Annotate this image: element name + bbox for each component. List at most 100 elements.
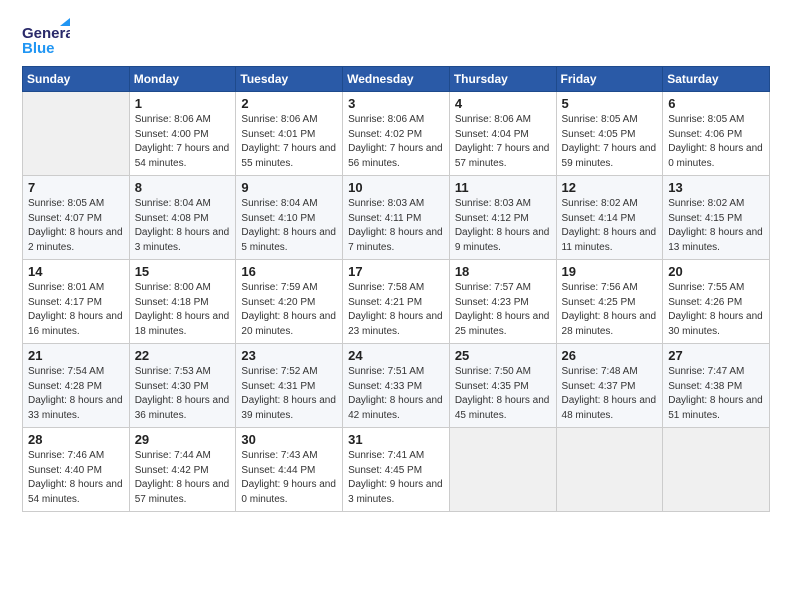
calendar-cell: 8 Sunrise: 8:04 AMSunset: 4:08 PMDaylight… xyxy=(129,176,236,260)
calendar-cell: 5 Sunrise: 8:05 AMSunset: 4:05 PMDaylight… xyxy=(556,92,663,176)
day-number: 26 xyxy=(562,348,658,363)
day-info: Sunrise: 7:59 AMSunset: 4:20 PMDaylight:… xyxy=(241,281,337,339)
calendar-cell xyxy=(556,428,663,512)
calendar-cell: 15 Sunrise: 8:00 AMSunset: 4:18 PMDayligh… xyxy=(129,260,236,344)
day-number: 22 xyxy=(135,348,231,363)
calendar-cell: 20 Sunrise: 7:55 AMSunset: 4:26 PMDayligh… xyxy=(663,260,770,344)
day-number: 30 xyxy=(241,432,337,447)
day-info: Sunrise: 8:05 AMSunset: 4:05 PMDaylight:… xyxy=(562,113,658,171)
day-number: 21 xyxy=(28,348,124,363)
day-number: 16 xyxy=(241,264,337,279)
day-info: Sunrise: 8:01 AMSunset: 4:17 PMDaylight:… xyxy=(28,281,124,339)
calendar-cell: 1 Sunrise: 8:06 AMSunset: 4:00 PMDaylight… xyxy=(129,92,236,176)
day-info: Sunrise: 7:55 AMSunset: 4:26 PMDaylight:… xyxy=(668,281,764,339)
day-number: 17 xyxy=(348,264,444,279)
calendar-cell: 6Sunrise: 8:05 AMSunset: 4:06 PMDaylight… xyxy=(663,92,770,176)
day-number: 13 xyxy=(668,180,764,195)
day-info: Sunrise: 7:53 AMSunset: 4:30 PMDaylight:… xyxy=(135,365,231,423)
calendar-cell: 7 Sunrise: 8:05 AMSunset: 4:07 PMDaylight… xyxy=(23,176,130,260)
day-number: 4 xyxy=(455,96,551,111)
calendar-cell: 11 Sunrise: 8:03 AMSunset: 4:12 PMDayligh… xyxy=(449,176,556,260)
day-info: Sunrise: 8:02 AMSunset: 4:15 PMDaylight:… xyxy=(668,197,764,255)
day-info: Sunrise: 8:06 AMSunset: 4:01 PMDaylight:… xyxy=(241,113,337,171)
day-number: 1 xyxy=(135,96,231,111)
day-number: 31 xyxy=(348,432,444,447)
day-info: Sunrise: 7:44 AMSunset: 4:42 PMDaylight:… xyxy=(135,449,231,507)
day-info: Sunrise: 7:51 AMSunset: 4:33 PMDaylight:… xyxy=(348,365,444,423)
day-number: 14 xyxy=(28,264,124,279)
day-info: Sunrise: 7:48 AMSunset: 4:37 PMDaylight:… xyxy=(562,365,658,423)
day-number: 3 xyxy=(348,96,444,111)
calendar-cell: 12Sunrise: 8:02 AMSunset: 4:14 PMDayligh… xyxy=(556,176,663,260)
weekday-header: Tuesday xyxy=(236,67,343,92)
day-number: 11 xyxy=(455,180,551,195)
calendar-cell xyxy=(663,428,770,512)
day-info: Sunrise: 8:00 AMSunset: 4:18 PMDaylight:… xyxy=(135,281,231,339)
day-info: Sunrise: 7:46 AMSunset: 4:40 PMDaylight:… xyxy=(28,449,124,507)
logo: General Blue xyxy=(22,18,70,60)
calendar-cell: 18Sunrise: 7:57 AMSunset: 4:23 PMDayligh… xyxy=(449,260,556,344)
day-number: 25 xyxy=(455,348,551,363)
day-info: Sunrise: 7:47 AMSunset: 4:38 PMDaylight:… xyxy=(668,365,764,423)
calendar-week-row: 1 Sunrise: 8:06 AMSunset: 4:00 PMDaylight… xyxy=(23,92,770,176)
calendar-cell: 14 Sunrise: 8:01 AMSunset: 4:17 PMDayligh… xyxy=(23,260,130,344)
day-info: Sunrise: 7:58 AMSunset: 4:21 PMDaylight:… xyxy=(348,281,444,339)
day-number: 19 xyxy=(562,264,658,279)
day-info: Sunrise: 8:06 AMSunset: 4:00 PMDaylight:… xyxy=(135,113,231,171)
day-number: 20 xyxy=(668,264,764,279)
weekday-header: Thursday xyxy=(449,67,556,92)
page: General Blue SundayMondayTuesdayWednesda… xyxy=(0,0,792,612)
calendar-week-row: 7 Sunrise: 8:05 AMSunset: 4:07 PMDaylight… xyxy=(23,176,770,260)
day-number: 10 xyxy=(348,180,444,195)
day-number: 9 xyxy=(241,180,337,195)
day-info: Sunrise: 7:54 AMSunset: 4:28 PMDaylight:… xyxy=(28,365,124,423)
day-number: 5 xyxy=(562,96,658,111)
weekday-header: Friday xyxy=(556,67,663,92)
calendar-cell: 16 Sunrise: 7:59 AMSunset: 4:20 PMDayligh… xyxy=(236,260,343,344)
calendar-week-row: 14 Sunrise: 8:01 AMSunset: 4:17 PMDayligh… xyxy=(23,260,770,344)
logo-icon: General Blue xyxy=(22,18,70,60)
calendar-week-row: 21 Sunrise: 7:54 AMSunset: 4:28 PMDayligh… xyxy=(23,344,770,428)
calendar-cell: 25Sunrise: 7:50 AMSunset: 4:35 PMDayligh… xyxy=(449,344,556,428)
calendar-week-row: 28 Sunrise: 7:46 AMSunset: 4:40 PMDayligh… xyxy=(23,428,770,512)
calendar-cell xyxy=(23,92,130,176)
day-info: Sunrise: 7:41 AMSunset: 4:45 PMDaylight:… xyxy=(348,449,444,507)
calendar-table: SundayMondayTuesdayWednesdayThursdayFrid… xyxy=(22,66,770,512)
day-number: 7 xyxy=(28,180,124,195)
header: General Blue xyxy=(22,18,770,60)
weekday-header: Wednesday xyxy=(343,67,450,92)
calendar-cell: 22 Sunrise: 7:53 AMSunset: 4:30 PMDayligh… xyxy=(129,344,236,428)
calendar-cell: 23Sunrise: 7:52 AMSunset: 4:31 PMDayligh… xyxy=(236,344,343,428)
day-info: Sunrise: 7:52 AMSunset: 4:31 PMDaylight:… xyxy=(241,365,337,423)
calendar-cell: 27 Sunrise: 7:47 AMSunset: 4:38 PMDayligh… xyxy=(663,344,770,428)
day-info: Sunrise: 8:03 AMSunset: 4:12 PMDaylight:… xyxy=(455,197,551,255)
calendar-cell: 29Sunrise: 7:44 AMSunset: 4:42 PMDayligh… xyxy=(129,428,236,512)
day-info: Sunrise: 8:02 AMSunset: 4:14 PMDaylight:… xyxy=(562,197,658,255)
calendar-cell: 31 Sunrise: 7:41 AMSunset: 4:45 PMDayligh… xyxy=(343,428,450,512)
svg-text:Blue: Blue xyxy=(22,40,55,57)
day-info: Sunrise: 8:05 AMSunset: 4:07 PMDaylight:… xyxy=(28,197,124,255)
calendar-cell: 28 Sunrise: 7:46 AMSunset: 4:40 PMDayligh… xyxy=(23,428,130,512)
day-info: Sunrise: 7:43 AMSunset: 4:44 PMDaylight:… xyxy=(241,449,337,507)
calendar-cell: 26 Sunrise: 7:48 AMSunset: 4:37 PMDayligh… xyxy=(556,344,663,428)
day-info: Sunrise: 8:05 AMSunset: 4:06 PMDaylight:… xyxy=(668,113,764,171)
calendar-cell: 9 Sunrise: 8:04 AMSunset: 4:10 PMDaylight… xyxy=(236,176,343,260)
calendar-cell: 13 Sunrise: 8:02 AMSunset: 4:15 PMDayligh… xyxy=(663,176,770,260)
day-number: 28 xyxy=(28,432,124,447)
day-number: 15 xyxy=(135,264,231,279)
day-info: Sunrise: 8:06 AMSunset: 4:02 PMDaylight:… xyxy=(348,113,444,171)
calendar-cell: 19Sunrise: 7:56 AMSunset: 4:25 PMDayligh… xyxy=(556,260,663,344)
day-info: Sunrise: 8:04 AMSunset: 4:10 PMDaylight:… xyxy=(241,197,337,255)
day-number: 8 xyxy=(135,180,231,195)
day-info: Sunrise: 8:04 AMSunset: 4:08 PMDaylight:… xyxy=(135,197,231,255)
calendar-cell: 2Sunrise: 8:06 AMSunset: 4:01 PMDaylight… xyxy=(236,92,343,176)
day-number: 24 xyxy=(348,348,444,363)
calendar-cell xyxy=(449,428,556,512)
calendar-cell: 3 Sunrise: 8:06 AMSunset: 4:02 PMDaylight… xyxy=(343,92,450,176)
weekday-header: Sunday xyxy=(23,67,130,92)
calendar-cell: 24 Sunrise: 7:51 AMSunset: 4:33 PMDayligh… xyxy=(343,344,450,428)
weekday-header: Saturday xyxy=(663,67,770,92)
calendar-cell: 10Sunrise: 8:03 AMSunset: 4:11 PMDayligh… xyxy=(343,176,450,260)
day-number: 27 xyxy=(668,348,764,363)
weekday-header-row: SundayMondayTuesdayWednesdayThursdayFrid… xyxy=(23,67,770,92)
